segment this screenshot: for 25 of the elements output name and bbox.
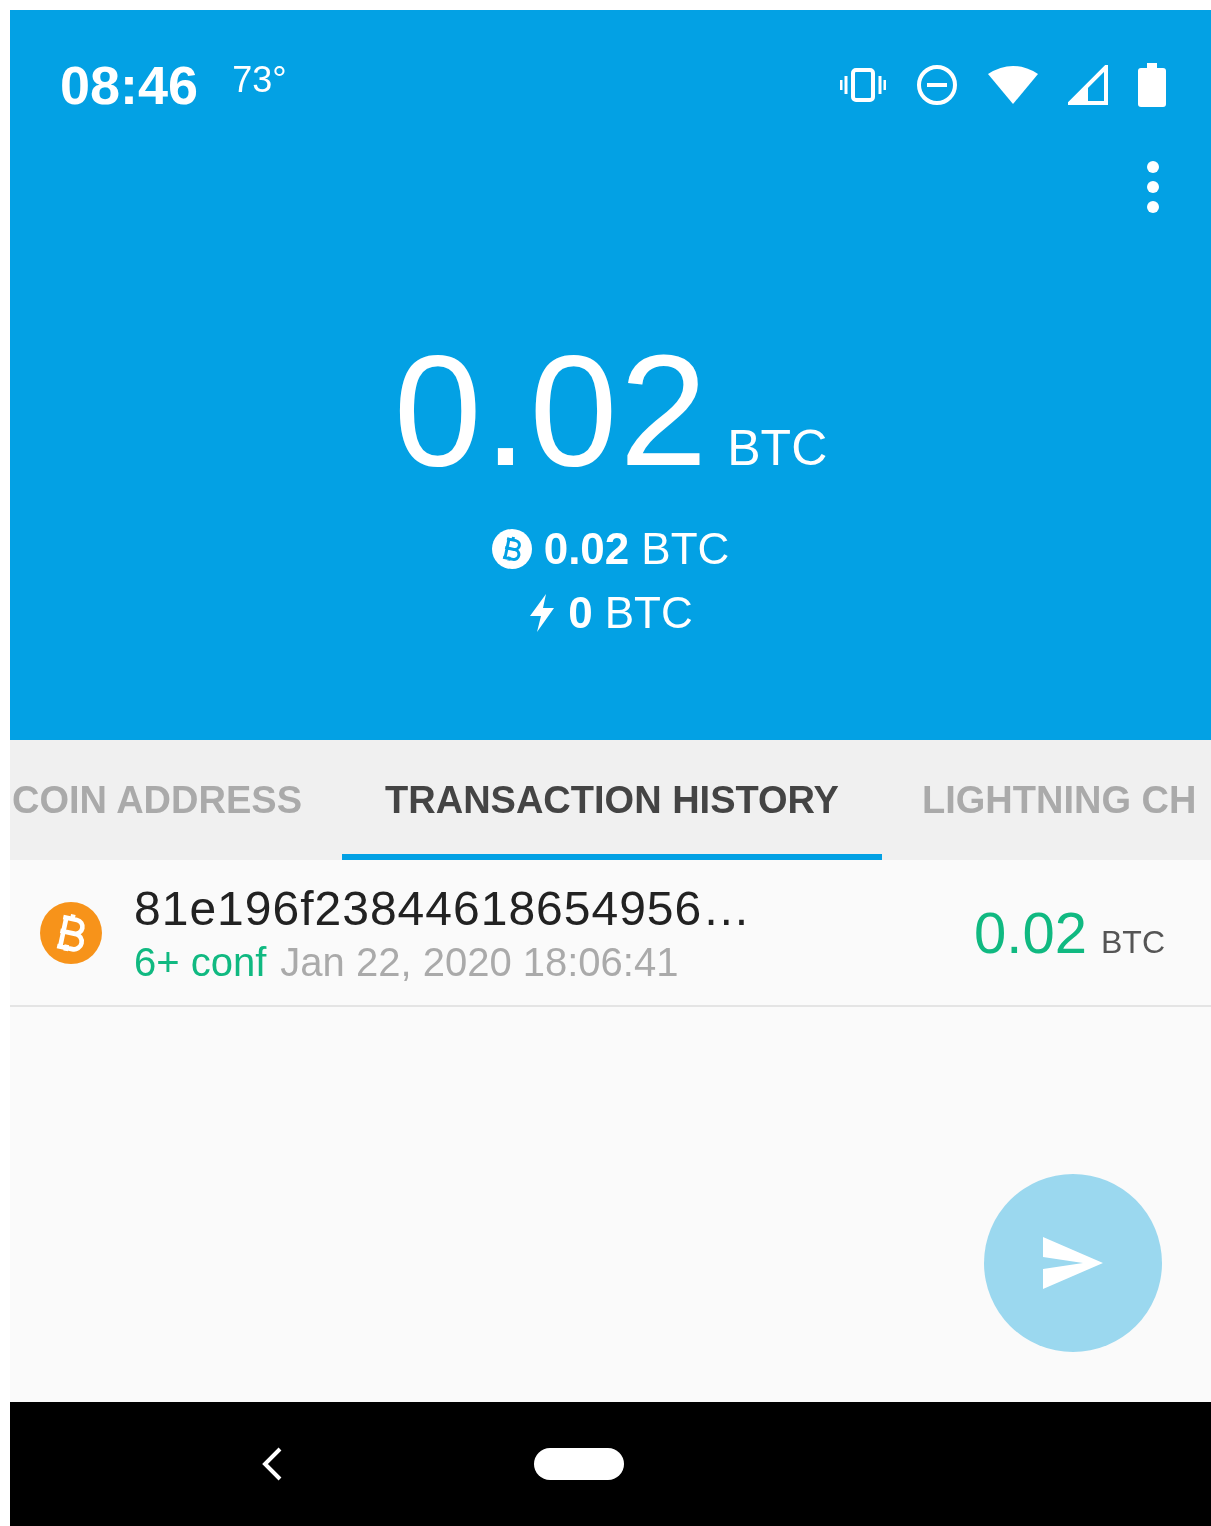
lightning-icon <box>528 594 557 632</box>
sub-balance-amount: 0 <box>568 588 593 638</box>
wifi-icon <box>988 66 1038 104</box>
transaction-amount: 0.02 <box>974 899 1087 966</box>
bitcoin-icon <box>40 901 102 964</box>
do-not-disturb-icon <box>916 64 958 106</box>
sub-balance-amount: 0.02 <box>543 524 630 574</box>
battery-icon <box>1138 63 1166 107</box>
transaction-date: Jan 22, 2020 18:06:41 <box>280 939 679 985</box>
signal-icon <box>1068 65 1108 105</box>
transaction-unit: BTC <box>1101 924 1165 961</box>
more-options-icon[interactable] <box>1145 160 1161 214</box>
bitcoin-icon <box>491 529 532 569</box>
confirmations: 6+ conf <box>134 939 267 985</box>
home-button[interactable] <box>534 1448 624 1480</box>
back-icon[interactable] <box>260 1446 284 1482</box>
balance-amount: 0.02 <box>393 321 710 500</box>
sub-balance-unit: BTC <box>604 588 693 638</box>
temperature: 73° <box>232 59 287 101</box>
transaction-id: 81e196f23844618654956… <box>134 880 752 936</box>
balance-unit: BTC <box>727 419 828 477</box>
clock: 08:46 <box>60 54 199 116</box>
send-icon <box>1043 1237 1103 1289</box>
sub-balance-unit: BTC <box>641 524 730 574</box>
vibrate-icon <box>840 68 886 102</box>
